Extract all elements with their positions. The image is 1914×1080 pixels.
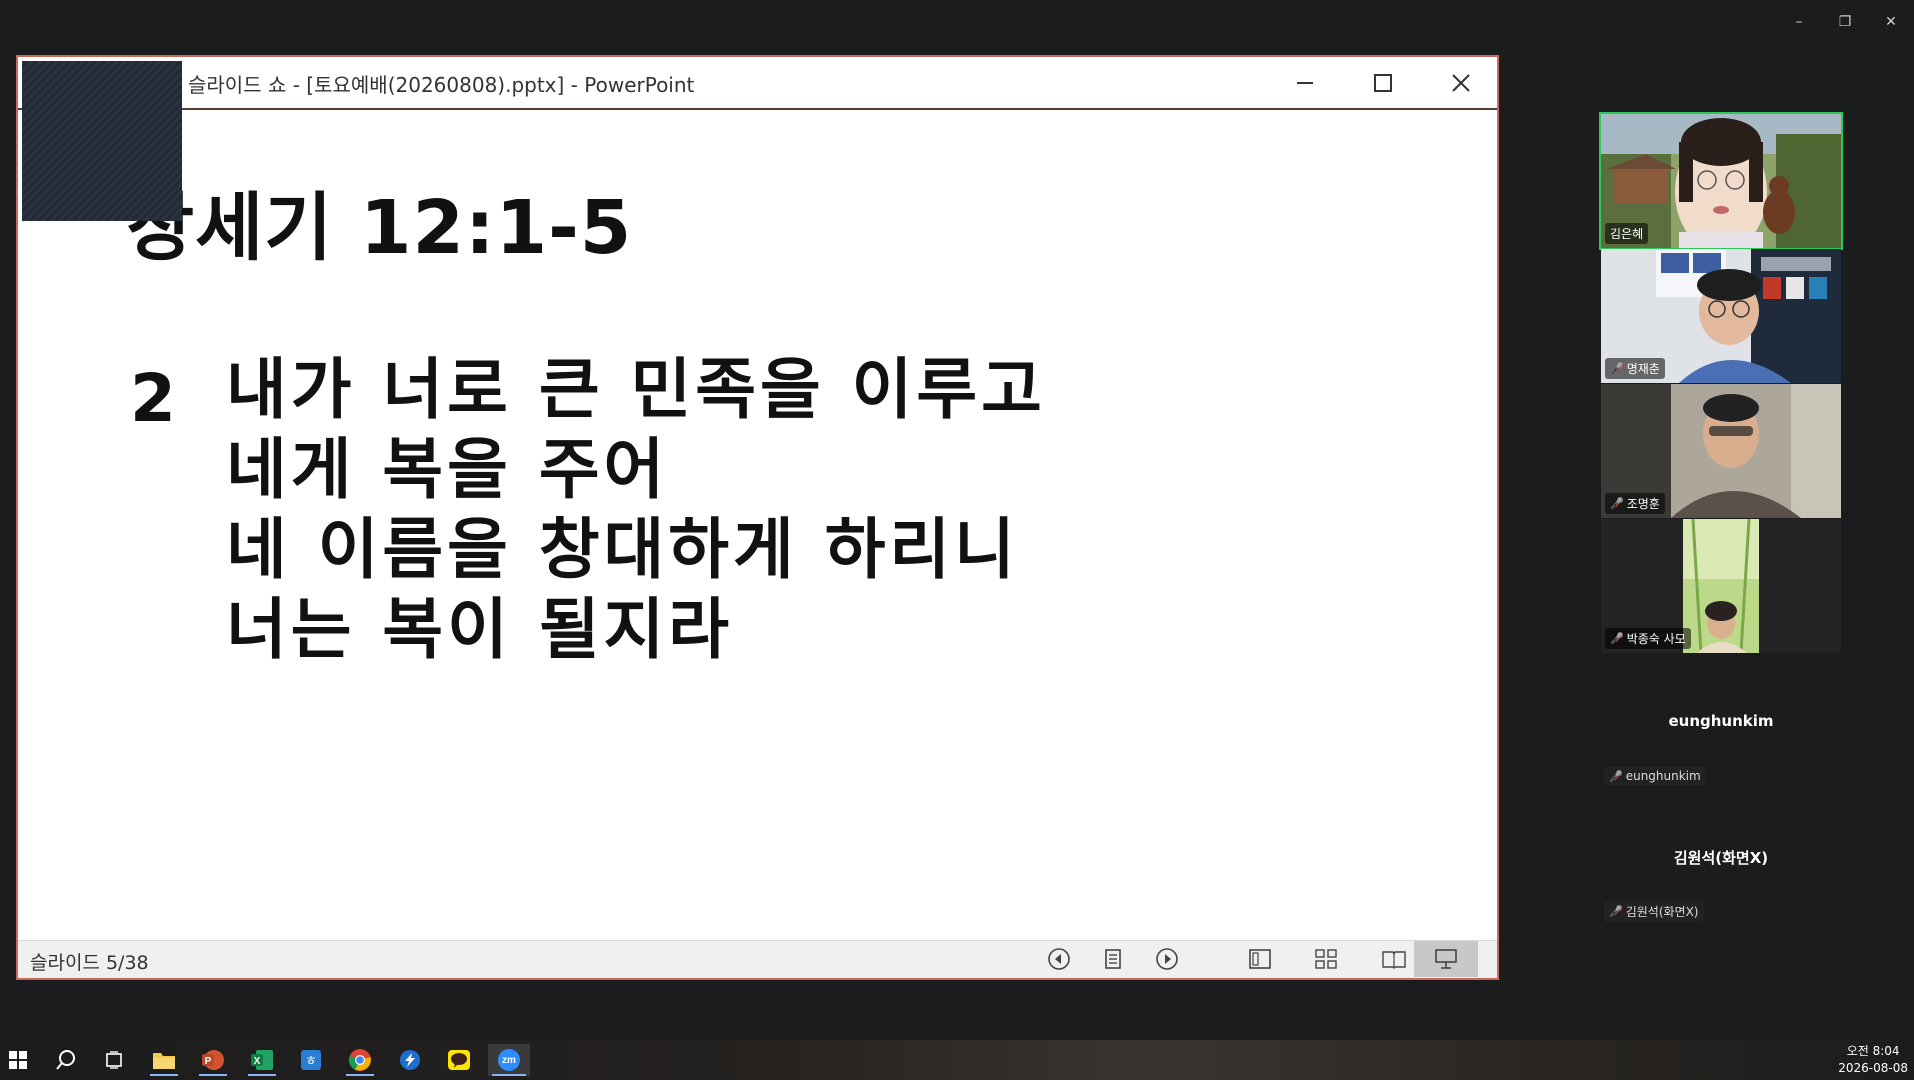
participant-name-large: eunghunkim: [1668, 712, 1774, 730]
search-icon: [56, 1050, 75, 1070]
mic-muted-icon: 🎤̸: [1610, 497, 1624, 510]
participant-video-tile[interactable]: 🎤̸ 조명훈: [1601, 384, 1841, 518]
folder-icon: [153, 1053, 175, 1069]
slides-list-icon: [1105, 949, 1121, 969]
previous-icon: [1048, 948, 1070, 970]
zoom-icon-label: zm: [502, 1054, 516, 1066]
search-button[interactable]: [48, 1044, 84, 1076]
svg-text:P: P: [205, 1056, 212, 1067]
video-overlay-thumbnail: [22, 61, 182, 221]
slideshow-view-button[interactable]: [1414, 941, 1478, 977]
participant-video-tile[interactable]: 🎤̸ 명재춘: [1601, 249, 1841, 383]
verse-number: 2: [130, 360, 176, 437]
slide-canvas[interactable]: 창세기 12:1-5 2 내가 너로 큰 민족을 이루고 네게 복을 주어 네 …: [18, 110, 1497, 940]
slide-menu-button[interactable]: [1097, 945, 1129, 973]
svg-text:X: X: [254, 1056, 261, 1067]
participant-name-tag[interactable]: 🎤̸ eunghunkim: [1604, 767, 1706, 785]
close-button[interactable]: [1431, 65, 1491, 101]
maximize-icon: [1374, 74, 1392, 92]
task-view-icon: [106, 1051, 122, 1069]
participant-name-large: 김원석(화면X): [1673, 849, 1769, 867]
reading-view-button[interactable]: [1378, 945, 1410, 973]
next-slide-button[interactable]: [1151, 945, 1183, 973]
participant-name-tag: 🎤̸ 박종숙 사모: [1605, 628, 1691, 649]
start-button[interactable]: [0, 1044, 36, 1076]
verse-line: 네 이름을 창대하게 하리니: [226, 511, 1019, 588]
maximize-button[interactable]: [1353, 65, 1413, 101]
participant-video-tile[interactable]: 김은혜: [1599, 112, 1843, 250]
slide-counter: 슬라이드 5/38: [30, 952, 149, 974]
zoom-minimize-button[interactable]: –: [1776, 8, 1822, 36]
chrome-taskbar-button[interactable]: [342, 1044, 378, 1076]
kakaotalk-taskbar-button[interactable]: [441, 1044, 477, 1076]
window-title: 슬라이드 쇼 - [토요예배(20260808).pptx] - PowerPo…: [188, 73, 695, 97]
reading-view-icon: [1382, 951, 1406, 969]
file-explorer-taskbar-button[interactable]: [146, 1044, 182, 1076]
minimize-icon: [1297, 82, 1313, 84]
powerpoint-taskbar-button[interactable]: P: [195, 1044, 231, 1076]
participant-name-tag: 김은혜: [1605, 223, 1649, 244]
participant-name-tag: 🎤̸ 명재춘: [1605, 358, 1665, 379]
mic-muted-icon: 🎤̸: [1610, 632, 1624, 645]
mic-muted-icon: 🎤̸: [1609, 769, 1623, 783]
clock-date: 2026-08-08: [1838, 1061, 1908, 1075]
mic-muted-icon: 🎤̸: [1609, 905, 1623, 918]
zoom-restore-button[interactable]: ❐: [1822, 8, 1868, 36]
remote-taskbar-button[interactable]: [392, 1044, 428, 1076]
slide-sorter-icon: [1315, 949, 1337, 969]
participant-name-tag[interactable]: 🎤̸ 김원석(화면X): [1604, 901, 1704, 922]
verse-text: 내가 너로 큰 민족을 이루고 네게 복을 주어 네 이름을 창대하게 하리니 …: [226, 350, 1046, 670]
windows-icon: [9, 1051, 27, 1069]
excel-icon: X: [251, 1050, 273, 1070]
zoom-window-controls: – ❐ ✕: [1776, 8, 1914, 36]
participant-video-tile[interactable]: 🎤̸ 박종숙 사모: [1601, 519, 1841, 653]
slide-heading: 창세기 12:1-5: [126, 185, 633, 271]
kakaotalk-icon: [448, 1050, 470, 1070]
slide-sorter-button[interactable]: [1310, 945, 1342, 973]
minimize-button[interactable]: [1275, 65, 1335, 101]
slideshow-status-bar: 슬라이드 5/38: [18, 940, 1497, 978]
verse-line: 네게 복을 주어: [226, 431, 669, 508]
verse-line: 내가 너로 큰 민족을 이루고: [226, 351, 1046, 428]
zoom-close-button[interactable]: ✕: [1868, 8, 1914, 36]
task-view-button[interactable]: [96, 1044, 132, 1076]
clock-time: 오전 8:04: [1846, 1044, 1900, 1058]
powerpoint-slideshow-window: 슬라이드 쇼 - [토요예배(20260808).pptx] - PowerPo…: [16, 55, 1499, 980]
verse-line: 너는 복이 될지라: [226, 591, 733, 668]
hangul-taskbar-button[interactable]: ㅎ: [293, 1044, 329, 1076]
participant-name-tag: 🎤̸ 조명훈: [1605, 493, 1665, 514]
slideshow-icon: [1435, 949, 1457, 969]
close-icon: [1452, 74, 1470, 92]
next-icon: [1156, 948, 1178, 970]
powerpoint-title-bar[interactable]: 슬라이드 쇼 - [토요예배(20260808).pptx] - PowerPo…: [18, 57, 1497, 110]
powerpoint-icon: P: [202, 1050, 224, 1070]
remote-icon: [400, 1050, 420, 1070]
taskbar: P X ㅎ zm 오전 8:04 2026-08-08: [0, 1040, 1914, 1080]
system-clock[interactable]: 오전 8:04 2026-08-08: [1838, 1043, 1908, 1077]
svg-text:ㅎ: ㅎ: [305, 1054, 317, 1069]
previous-slide-button[interactable]: [1043, 945, 1075, 973]
zoom-taskbar-button[interactable]: zm: [488, 1044, 530, 1076]
excel-taskbar-button[interactable]: X: [244, 1044, 280, 1076]
chrome-icon: [348, 1049, 371, 1071]
hangul-icon: ㅎ: [301, 1050, 321, 1070]
mic-muted-icon: 🎤̸: [1610, 362, 1624, 375]
normal-view-button[interactable]: [1244, 945, 1276, 973]
normal-view-icon: [1249, 949, 1271, 969]
